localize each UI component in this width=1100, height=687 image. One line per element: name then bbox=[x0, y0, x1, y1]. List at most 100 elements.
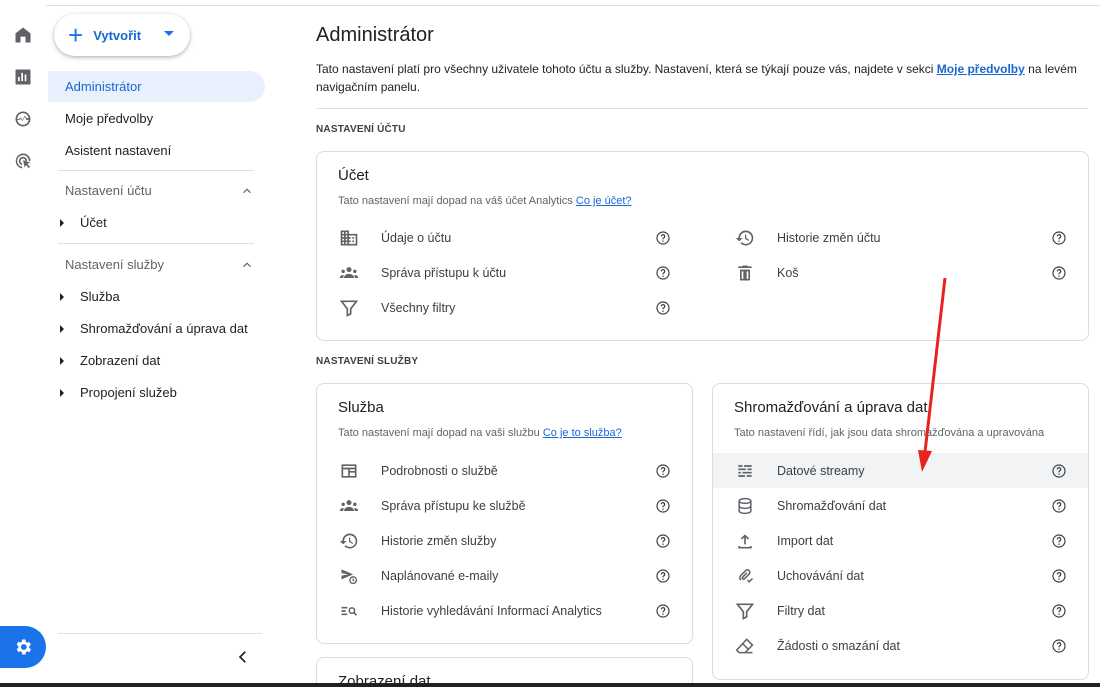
sidebar-item-product-links[interactable]: Propojení služeb bbox=[58, 385, 177, 400]
help-icon[interactable] bbox=[655, 603, 671, 619]
help-icon[interactable] bbox=[1051, 498, 1067, 514]
chevron-left-icon bbox=[238, 651, 246, 663]
help-icon[interactable] bbox=[655, 498, 671, 514]
advertising-icon[interactable] bbox=[8, 146, 38, 176]
upload-icon bbox=[735, 531, 755, 551]
filter-icon bbox=[735, 601, 755, 621]
sidebar-item-label: Shromažďování a úprava dat bbox=[80, 321, 248, 336]
scheduled-send-icon bbox=[339, 566, 359, 586]
explore-icon[interactable] bbox=[8, 104, 38, 134]
data-collection-card: Shromažďování a úprava dat Tato nastaven… bbox=[712, 383, 1089, 680]
create-button[interactable]: + Vytvořit bbox=[54, 14, 190, 56]
help-icon[interactable] bbox=[1051, 230, 1067, 246]
insights-search-history-row[interactable]: Historie vyhledávání Informací Analytics bbox=[317, 593, 692, 628]
sidebar-item-data-display[interactable]: Zobrazení dat bbox=[58, 353, 160, 368]
collapse-sidebar-button[interactable] bbox=[232, 646, 254, 668]
row-label: Koš bbox=[777, 265, 799, 280]
building-icon bbox=[339, 228, 359, 248]
sidebar-divider bbox=[58, 170, 254, 171]
home-icon[interactable] bbox=[8, 20, 38, 50]
what-is-property-link[interactable]: Co je to služba? bbox=[543, 427, 622, 439]
intro-text-start: Tato nastavení platí pro všechny uživate… bbox=[316, 62, 934, 76]
sidebar-item-label: Zobrazení dat bbox=[80, 353, 161, 368]
sidebar-item-my-preferences[interactable]: Moje předvolby bbox=[46, 103, 265, 134]
sidebar-item-admin[interactable]: Administrátor bbox=[48, 71, 265, 102]
row-label: Údaje o účtu bbox=[381, 230, 452, 245]
property-card-desc: Tato nastavení mají dopad na vaši službu… bbox=[338, 427, 622, 439]
caret-down-icon bbox=[164, 31, 174, 36]
admin-gear-button[interactable] bbox=[0, 626, 46, 668]
account-card-desc-text: Tato nastavení mají dopad na váš účet An… bbox=[338, 195, 573, 207]
expand-arrow-icon bbox=[60, 388, 64, 397]
row-label: Žádosti o smazání dat bbox=[777, 638, 900, 653]
gear-icon bbox=[13, 637, 33, 657]
all-filters-row[interactable]: Všechny filtry bbox=[317, 290, 713, 325]
database-icon bbox=[735, 496, 755, 516]
account-settings-label: NASTAVENÍ ÚČTU bbox=[316, 124, 406, 135]
data-streams-icon bbox=[735, 461, 755, 481]
eraser-icon bbox=[735, 636, 755, 656]
main-divider bbox=[316, 108, 1088, 109]
property-details-row[interactable]: Podrobnosti o službě bbox=[317, 453, 692, 488]
sidebar-item-property[interactable]: Služba bbox=[58, 289, 120, 304]
help-icon[interactable] bbox=[655, 533, 671, 549]
property-card-desc-text: Tato nastavení mají dopad na vaši službu bbox=[338, 427, 540, 439]
data-import-row[interactable]: Import dat bbox=[713, 523, 1088, 558]
trash-icon bbox=[735, 263, 755, 283]
data-collection-card-title: Shromažďování a úprava dat bbox=[734, 399, 928, 416]
sidebar-item-label: Účet bbox=[80, 215, 107, 230]
help-icon[interactable] bbox=[1051, 603, 1067, 619]
property-card: Služba Tato nastavení mají dopad na vaši… bbox=[316, 383, 693, 644]
row-label: Historie změn účtu bbox=[777, 230, 881, 245]
property-access-row[interactable]: Správa přístupu ke službě bbox=[317, 488, 692, 523]
sidebar-item-label: Propojení služeb bbox=[80, 385, 177, 400]
row-label: Historie změn služby bbox=[381, 533, 497, 548]
admin-sidebar: + Vytvořit Administrátor Moje předvolby … bbox=[46, 0, 280, 687]
property-settings-heading[interactable]: Nastavení služby bbox=[65, 257, 254, 272]
sidebar-divider bbox=[58, 243, 254, 244]
account-change-history-row[interactable]: Historie změn účtu bbox=[713, 220, 1088, 255]
search-list-icon bbox=[339, 601, 359, 621]
data-collection-card-desc: Tato nastavení řídí, jak jsou data shrom… bbox=[734, 427, 1045, 439]
account-access-row[interactable]: Správa přístupu k účtu bbox=[317, 255, 713, 290]
sidebar-item-data-collection[interactable]: Shromažďování a úprava dat bbox=[58, 321, 248, 336]
retention-icon bbox=[735, 566, 755, 586]
row-label: Podrobnosti o službě bbox=[381, 463, 498, 478]
people-icon bbox=[339, 496, 359, 516]
scheduled-emails-row[interactable]: Naplánované e-maily bbox=[317, 558, 692, 593]
filter-icon bbox=[339, 298, 359, 318]
help-icon[interactable] bbox=[655, 300, 671, 316]
chevron-up-icon bbox=[243, 187, 251, 193]
help-icon[interactable] bbox=[655, 568, 671, 584]
my-preferences-link[interactable]: Moje předvolby bbox=[937, 62, 1025, 76]
data-collection-row[interactable]: Shromažďování dat bbox=[713, 488, 1088, 523]
what-is-account-link[interactable]: Co je účet? bbox=[576, 195, 632, 207]
account-card-desc: Tato nastavení mají dopad na váš účet An… bbox=[338, 195, 632, 207]
data-deletion-requests-row[interactable]: Žádosti o smazání dat bbox=[713, 628, 1088, 663]
help-icon[interactable] bbox=[1051, 638, 1067, 654]
data-streams-row[interactable]: Datové streamy bbox=[713, 453, 1088, 488]
property-details-icon bbox=[339, 461, 359, 481]
property-change-history-row[interactable]: Historie změn služby bbox=[317, 523, 692, 558]
sidebar-item-setup-assistant[interactable]: Asistent nastavení bbox=[46, 135, 265, 166]
create-label: Vytvořit bbox=[93, 27, 142, 43]
help-icon[interactable] bbox=[655, 265, 671, 281]
data-retention-row[interactable]: Uchovávání dat bbox=[713, 558, 1088, 593]
expand-arrow-icon bbox=[60, 324, 64, 333]
help-icon[interactable] bbox=[655, 463, 671, 479]
data-filters-row[interactable]: Filtry dat bbox=[713, 593, 1088, 628]
property-settings-label: NASTAVENÍ SLUŽBY bbox=[316, 356, 419, 367]
help-icon[interactable] bbox=[655, 230, 671, 246]
account-settings-heading[interactable]: Nastavení účtu bbox=[65, 183, 254, 198]
reports-icon[interactable] bbox=[8, 62, 38, 92]
account-details-row[interactable]: Údaje o účtu bbox=[317, 220, 713, 255]
trash-row[interactable]: Koš bbox=[713, 255, 1088, 290]
help-icon[interactable] bbox=[1051, 265, 1067, 281]
property-card-title: Služba bbox=[338, 399, 384, 416]
sidebar-item-account[interactable]: Účet bbox=[58, 215, 107, 230]
help-icon[interactable] bbox=[1051, 568, 1067, 584]
intro-text: Tato nastavení platí pro všechny uživate… bbox=[316, 60, 1091, 96]
help-icon[interactable] bbox=[1051, 533, 1067, 549]
page-title: Administrátor bbox=[316, 24, 434, 46]
help-icon[interactable] bbox=[1051, 463, 1067, 479]
